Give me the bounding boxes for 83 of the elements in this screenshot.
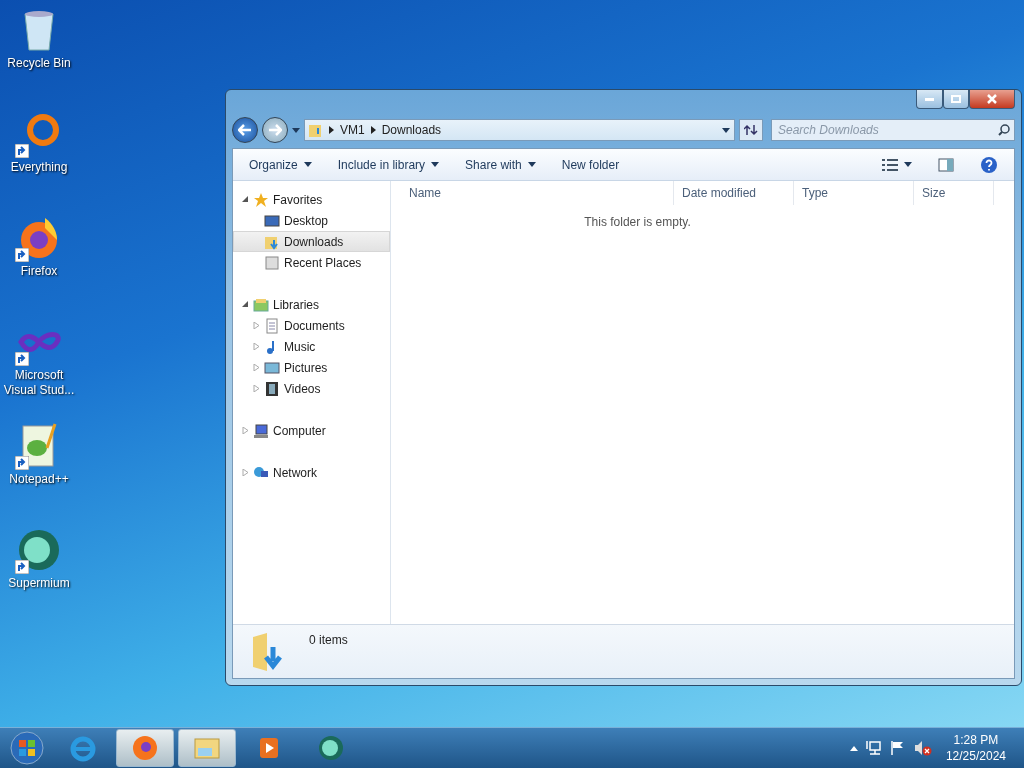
windows-logo-icon [10, 731, 44, 765]
maximize-icon [951, 95, 961, 103]
folder-download-icon [309, 123, 323, 137]
column-header[interactable]: Type [794, 181, 914, 205]
library-icon [253, 296, 269, 313]
nav-tree-item[interactable]: Videos [233, 378, 390, 399]
caret-icon [527, 162, 536, 167]
search-field[interactable]: Search Downloads [771, 119, 1015, 141]
chevron-icon [370, 126, 376, 134]
document-icon [264, 317, 280, 334]
flag-icon[interactable] [889, 740, 906, 756]
minimize-icon [925, 97, 934, 101]
nav-tree-item[interactable]: Downloads [233, 231, 390, 252]
expander-icon[interactable] [242, 196, 249, 203]
toolbar-button[interactable]: Include in library [331, 154, 446, 175]
list-view-icon [882, 158, 898, 171]
close-icon [987, 94, 997, 104]
clock[interactable]: 1:28 PM 12/25/2024 [945, 732, 1006, 764]
caret-icon [904, 162, 912, 167]
nav-tree-item[interactable]: Favorites [233, 189, 390, 210]
nav-tree-item[interactable]: Music [233, 336, 390, 357]
desktop-icon-label: Everything [9, 160, 69, 175]
computer-icon [253, 422, 269, 439]
column-header[interactable]: Name [401, 181, 674, 205]
star-icon [253, 191, 269, 208]
caret-icon [431, 162, 440, 167]
speaker-icon[interactable] [913, 740, 932, 756]
desktop-icon-label: Recycle Bin [6, 56, 72, 71]
nav-tree-item[interactable]: Libraries [233, 294, 390, 315]
desktop-icon-label: Notepad++ [8, 472, 70, 487]
shortcut-arrow-icon [15, 144, 29, 158]
breadcrumb[interactable]: VM1 [340, 123, 365, 137]
minimize-button[interactable] [916, 90, 943, 109]
preview-pane-icon [938, 157, 954, 172]
desktop-icon-label: Microsoft Visual Stud... [2, 368, 76, 398]
date-text: 12/25/2024 [945, 748, 1006, 764]
picture-icon [264, 359, 280, 376]
forward-button[interactable] [262, 117, 288, 143]
maximize-button[interactable] [943, 90, 969, 109]
shortcut-arrow-icon [15, 456, 29, 470]
nav-tree-item[interactable]: Desktop [233, 210, 390, 231]
forward-arrow-icon [268, 124, 282, 136]
monitor-icon [264, 212, 280, 229]
expander-icon[interactable] [242, 301, 249, 308]
empty-folder-message: This folder is empty. [584, 215, 691, 229]
taskbar-button[interactable] [116, 729, 174, 767]
nav-tree-item[interactable]: Recent Places [233, 252, 390, 273]
nav-tree-item[interactable]: Documents [233, 315, 390, 336]
desktop-icon-label: Supermium [7, 576, 71, 591]
caret-icon [292, 127, 300, 133]
globe-icon [317, 734, 345, 762]
item-count: 0 items [309, 633, 348, 647]
shortcut-arrow-icon [15, 352, 29, 366]
browser-e-icon [69, 734, 97, 762]
nav-tree-item[interactable]: Pictures [233, 357, 390, 378]
toolbar-button[interactable]: Share with [459, 154, 542, 175]
shortcut-arrow-icon [15, 560, 29, 574]
close-button[interactable] [969, 90, 1015, 109]
nav-tree-item[interactable]: Computer [233, 420, 390, 441]
toolbar-button[interactable]: Organize [243, 154, 318, 175]
shortcut-arrow-icon [15, 248, 29, 262]
nav-tree-item[interactable]: Network [233, 462, 390, 483]
column-header[interactable]: Date modified [674, 181, 794, 205]
recent-places-icon [264, 254, 280, 271]
back-button[interactable] [232, 117, 258, 143]
firefox-icon [131, 734, 159, 762]
caret-icon [722, 127, 730, 133]
refresh-arrows-icon [744, 124, 758, 136]
show-hidden-icons-icon[interactable] [849, 745, 858, 751]
caret-icon [303, 162, 312, 167]
desktop-icon-label: Firefox [19, 264, 59, 279]
breadcrumb[interactable]: Downloads [381, 123, 442, 137]
network-icon[interactable] [865, 740, 882, 756]
address-bar[interactable]: VM1 Downloads [304, 119, 735, 141]
chevron-icon [329, 126, 334, 134]
film-icon [264, 380, 280, 397]
toolbar-button[interactable]: New folder [555, 154, 626, 175]
column-header[interactable]: Size [914, 181, 994, 205]
refresh-button[interactable] [739, 119, 763, 141]
search-icon[interactable] [998, 124, 1010, 136]
help-icon [980, 155, 998, 174]
time-text: 1:28 PM [953, 732, 999, 748]
back-arrow-icon [238, 124, 252, 136]
